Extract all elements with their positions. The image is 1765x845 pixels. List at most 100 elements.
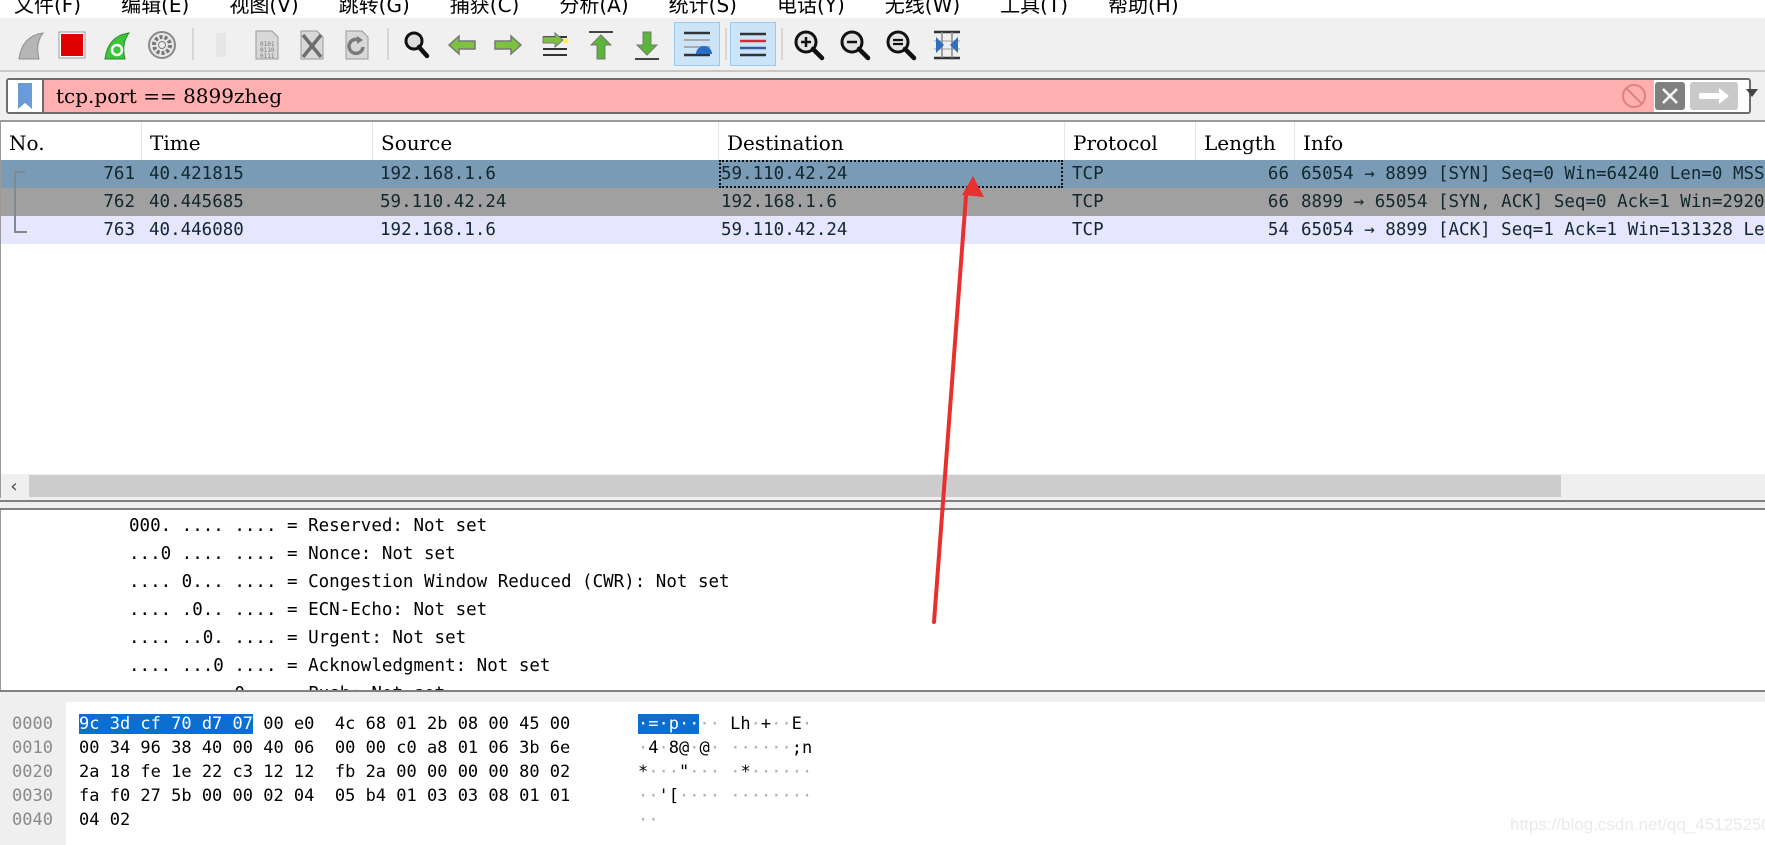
hex-bytes[interactable]: fa f0 27 5b 00 00 02 04 05 b4 01 03 03 0… — [79, 784, 570, 808]
start-capture-button[interactable] — [12, 26, 50, 64]
menu-wireless[interactable]: 无线(W) — [885, 0, 960, 18]
hex-bytes[interactable]: 04 02 — [79, 808, 130, 832]
ascii-dump[interactable]: ·· — [638, 808, 659, 832]
zoom-in-button[interactable] — [790, 26, 828, 64]
detail-line[interactable]: .... .... 0... = Push: Not set — [129, 680, 445, 690]
go-back-button[interactable] — [443, 26, 481, 64]
column-header-source[interactable]: Source — [373, 122, 719, 160]
display-filter-field — [6, 78, 1758, 114]
ascii-text: ··'[···· ········ — [638, 786, 813, 806]
column-header-protocol[interactable]: Protocol — [1065, 122, 1196, 160]
auto-scroll-toggle[interactable] — [674, 22, 720, 66]
bookmark-icon — [18, 83, 32, 109]
bytes-text: fa f0 27 5b 00 00 02 04 05 b4 01 03 03 0… — [79, 786, 571, 806]
hex-bytes[interactable]: 2a 18 fe 1e 22 c3 12 12 fb 2a 00 00 00 0… — [79, 760, 570, 784]
open-file-button[interactable] — [203, 26, 241, 64]
ascii-dump[interactable]: *···"··· ·*······ — [638, 760, 812, 784]
go-to-packet-button[interactable] — [536, 26, 574, 64]
close-icon — [1662, 88, 1678, 104]
detail-line[interactable]: 000. .... .... = Reserved: Not set — [129, 512, 487, 540]
packet-row[interactable]: 763 40.446080 192.168.1.6 59.110.42.24 TCP 54… — [1, 216, 1765, 244]
ascii-dump[interactable]: ·=·p···· Lh·+··E· — [638, 712, 812, 736]
shark-fin-icon — [18, 32, 45, 60]
column-header-destination[interactable]: Destination — [719, 122, 1065, 160]
menu-capture[interactable]: 捕获(C) — [450, 0, 520, 18]
arrow-right-icon — [494, 34, 523, 56]
colorize-toggle[interactable] — [730, 22, 776, 66]
capture-options-button[interactable] — [143, 26, 181, 64]
hex-bytes[interactable]: 9c 3d cf 70 d7 07 00 e0 4c 68 01 2b 08 0… — [79, 712, 570, 736]
colorize-icon — [740, 32, 766, 57]
toolbar-separator — [192, 28, 194, 60]
column-header-time[interactable]: Time — [142, 122, 373, 160]
restart-capture-button[interactable] — [98, 26, 136, 64]
highlighted-ascii[interactable]: ·=·p·· — [638, 714, 700, 734]
arrow-left-icon — [447, 34, 476, 56]
ascii-text: ·· — [638, 810, 659, 830]
cell-time: 40.421815 — [149, 164, 244, 184]
close-file-button[interactable] — [293, 26, 331, 64]
cell-source: 192.168.1.6 — [380, 164, 496, 184]
detail-line[interactable]: .... .0.. .... = ECN-Echo: Not set — [129, 596, 487, 624]
detail-line[interactable]: .... ..0. .... = Urgent: Not set — [129, 624, 466, 652]
menu-telephony[interactable]: 电话(Y) — [777, 0, 845, 18]
scrollbar-thumb[interactable] — [29, 475, 1561, 497]
toolbar-separator — [725, 28, 727, 60]
stop-capture-button[interactable] — [53, 26, 91, 64]
menu-file[interactable]: 文件(F) — [14, 0, 81, 18]
column-header-no[interactable]: No. — [1, 122, 142, 160]
filter-bookmark-button[interactable] — [8, 80, 44, 112]
cell-protocol: TCP — [1072, 192, 1104, 212]
hex-offset: 0020 — [12, 762, 53, 782]
toolbar-separator — [781, 28, 783, 60]
cell-destination: 192.168.1.6 — [721, 192, 837, 212]
hex-bytes[interactable]: 00 34 96 38 40 00 40 06 00 00 c0 a8 01 0… — [79, 736, 570, 760]
column-header-length[interactable]: Length — [1196, 122, 1295, 160]
menu-go[interactable]: 跳转(G) — [339, 0, 410, 18]
invalid-filter-indicator — [1621, 83, 1647, 113]
detail-line[interactable]: ...0 .... .... = Nonce: Not set — [129, 540, 456, 568]
menu-help[interactable]: 帮助(H) — [1108, 0, 1179, 18]
zoom-in-icon — [794, 30, 825, 61]
hex-offset: 0040 — [12, 810, 53, 830]
menu-analyze[interactable]: 分析(A) — [559, 0, 628, 18]
hex-offset: 0000 — [12, 714, 53, 734]
detail-line[interactable]: .... 0... .... = Congestion Window Reduc… — [129, 568, 730, 596]
filter-history-dropdown[interactable] — [1746, 89, 1758, 97]
zoom-out-button[interactable] — [836, 26, 874, 64]
save-file-button[interactable]: 0101 0110 0111 — [248, 26, 286, 64]
column-header-info[interactable]: Info — [1295, 122, 1765, 160]
zoom-reset-button[interactable] — [882, 26, 920, 64]
go-forward-button[interactable] — [489, 26, 527, 64]
menu-tools[interactable]: 工具(T) — [1000, 0, 1068, 18]
reload-file-button[interactable] — [338, 26, 376, 64]
cell-protocol: TCP — [1072, 220, 1104, 240]
gear-icon — [148, 31, 176, 59]
detail-line[interactable]: .... ...0 .... = Acknowledgment: Not set — [129, 652, 550, 680]
cell-length: 54 — [1267, 220, 1289, 240]
resize-columns-button[interactable] — [928, 26, 966, 64]
first-packet-button[interactable] — [582, 26, 620, 64]
pane-splitter[interactable] — [0, 690, 1765, 702]
last-packet-button[interactable] — [628, 26, 666, 64]
ascii-dump[interactable]: ·4·8@·@· ······;n — [638, 736, 812, 760]
ascii-dump[interactable]: ··'[···· ········ — [638, 784, 812, 808]
find-packet-button[interactable] — [398, 26, 436, 64]
arrow-right-icon — [1699, 88, 1729, 104]
packet-row[interactable]: 761 40.421815 192.168.1.6 59.110.42.24 TCP 66… — [1, 160, 1765, 188]
svg-text:0111: 0111 — [260, 53, 275, 60]
packet-row[interactable]: 762 40.445685 59.110.42.24 192.168.1.6 TCP 66… — [1, 188, 1765, 216]
menu-edit[interactable]: 编辑(E) — [121, 0, 189, 18]
menu-view[interactable]: 视图(V) — [229, 0, 298, 18]
scroll-left-arrow-icon[interactable]: ‹ — [1, 474, 27, 498]
apply-filter-button[interactable] — [1690, 82, 1738, 110]
watermark: https://blog.csdn.net/qq_45125250 — [1510, 815, 1765, 834]
cell-source: 192.168.1.6 — [380, 220, 496, 240]
display-filter-input[interactable] — [44, 80, 1654, 112]
pane-splitter[interactable] — [0, 500, 1765, 510]
menu-statistics[interactable]: 统计(S) — [669, 0, 737, 18]
main-toolbar: 0101 0110 0111 — [0, 18, 1765, 72]
highlighted-bytes[interactable]: 9c 3d cf 70 d7 07 — [79, 714, 253, 734]
clear-filter-button[interactable] — [1655, 82, 1685, 110]
packet-list-horizontal-scrollbar[interactable]: ‹ — [1, 474, 1765, 498]
